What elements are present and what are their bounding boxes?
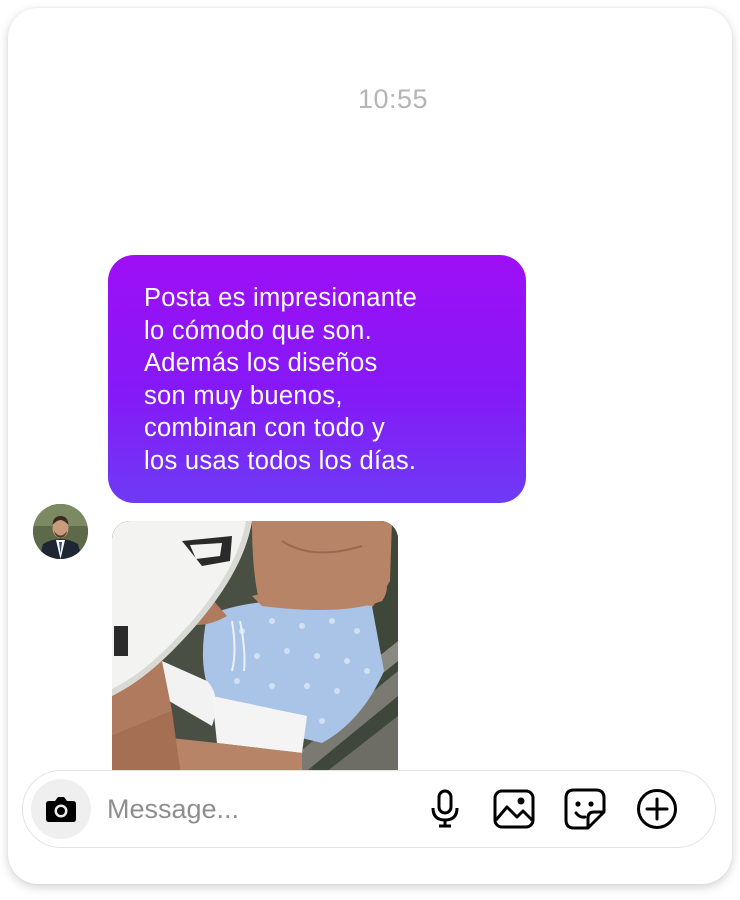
received-photo[interactable]	[112, 521, 398, 783]
sent-message-bubble[interactable]: Posta es impresionante lo cómodo que son…	[108, 255, 526, 503]
avatar-image	[33, 504, 88, 559]
chat-window: 10:55 Posta es impresionante lo cómodo q…	[8, 8, 732, 884]
contact-avatar[interactable]	[33, 504, 88, 559]
sticker-icon	[564, 788, 606, 830]
plus-circle-icon	[637, 789, 677, 829]
sticker-button[interactable]	[563, 787, 607, 831]
camera-button[interactable]	[31, 779, 91, 839]
message-composer	[22, 770, 716, 848]
photo-surfboard-shorts	[112, 521, 398, 783]
more-options-button[interactable]	[635, 787, 679, 831]
image-gallery-icon	[493, 789, 535, 829]
message-timestamp: 10:55	[357, 84, 429, 114]
camera-icon	[46, 797, 76, 822]
message-input[interactable]	[107, 785, 407, 833]
microphone-icon	[431, 789, 459, 828]
gallery-button[interactable]	[492, 787, 536, 831]
microphone-button[interactable]	[423, 787, 467, 831]
